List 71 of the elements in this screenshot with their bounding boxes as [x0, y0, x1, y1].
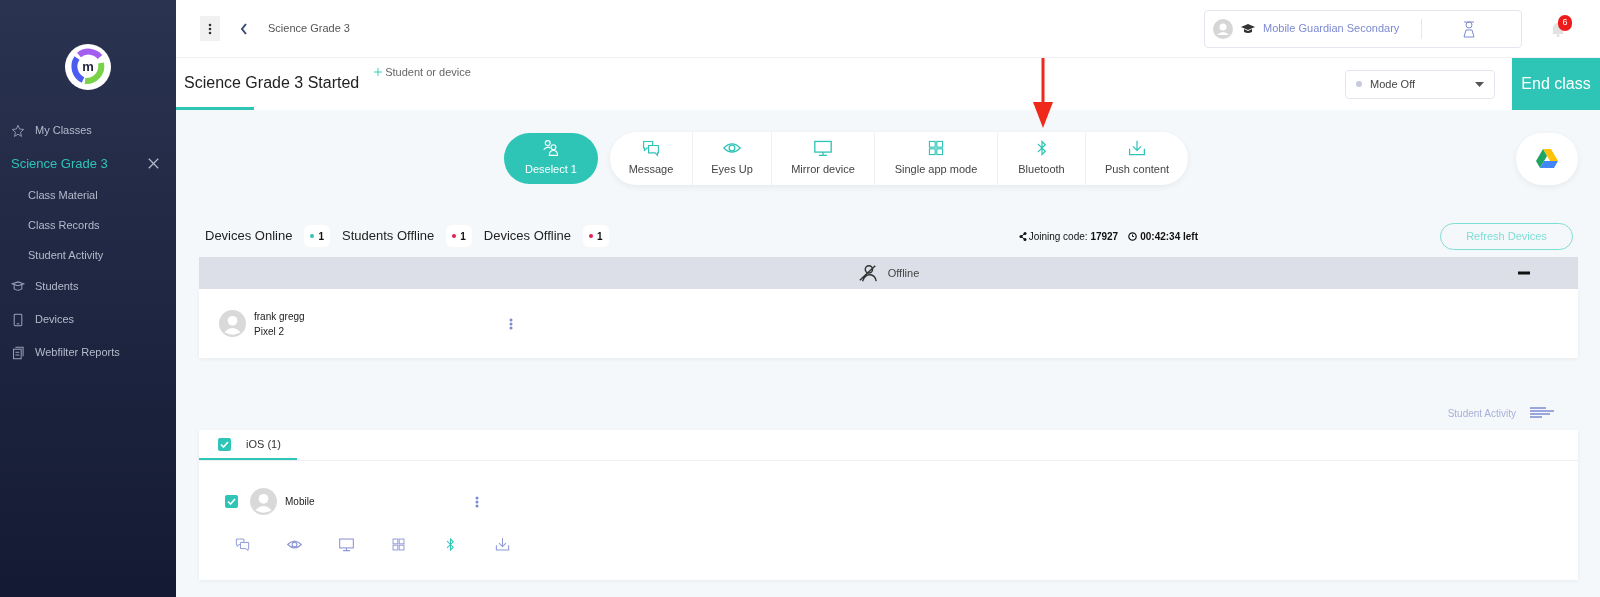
- sidebar-subitem[interactable]: Student Activity: [0, 240, 176, 270]
- stat-label: Devices Online: [205, 227, 293, 246]
- annotation-arrow: [1032, 58, 1054, 128]
- close-icon[interactable]: [147, 157, 160, 170]
- count-badge: 1: [583, 225, 609, 247]
- notification-badge: 6: [1558, 14, 1572, 31]
- more-button[interactable]: [200, 16, 220, 41]
- sidebar-item[interactable]: Webfilter Reports: [0, 336, 176, 369]
- more-icon[interactable]: [509, 317, 513, 330]
- grid-icon[interactable]: [391, 537, 406, 552]
- avatar-icon: [219, 310, 246, 337]
- time-left: 00:42:34 left: [1140, 229, 1198, 244]
- chat-icon[interactable]: [235, 537, 250, 552]
- checkbox[interactable]: [218, 437, 231, 451]
- sidebar-item[interactable]: Devices: [0, 303, 176, 336]
- phone-icon: [11, 312, 25, 327]
- more-icon[interactable]: [475, 495, 479, 508]
- class-title: Science Grade 3 Started: [184, 72, 360, 93]
- share-icon: [1018, 231, 1027, 241]
- group-title: Offline: [887, 265, 920, 281]
- toolbar-button[interactable]: Push content: [1085, 132, 1188, 185]
- bars-icon[interactable]: [1530, 407, 1554, 419]
- caret-icon: [1475, 81, 1484, 87]
- teacher-icon: [1462, 19, 1477, 38]
- stat-label: Devices Offline: [483, 227, 571, 246]
- graduation-cap-icon: [11, 279, 25, 294]
- sidebar-subitem[interactable]: Class Material: [0, 180, 176, 210]
- sidebar-item[interactable]: Science Grade 3: [0, 147, 176, 180]
- graduation-cap-icon: [1241, 22, 1255, 35]
- offline-person-icon: [857, 263, 878, 283]
- sidebar-subitem[interactable]: Class Records: [0, 210, 176, 240]
- breadcrumb[interactable]: Science Grade 3: [268, 20, 350, 37]
- student-name: frank gregg: [254, 309, 306, 324]
- toolbar-button[interactable]: Mirror device: [771, 132, 874, 185]
- drive-icon: [1536, 149, 1558, 168]
- monitor-icon: [814, 139, 832, 158]
- stat-label: Students Offline: [342, 227, 435, 246]
- back-icon[interactable]: [240, 22, 248, 35]
- checkbox[interactable]: [225, 495, 238, 508]
- sidebar-item[interactable]: My Classes: [0, 114, 176, 147]
- chat-icon: [642, 139, 660, 158]
- toolbar-button[interactable]: Message: [610, 132, 692, 185]
- group-header[interactable]: Offline: [199, 257, 1578, 289]
- platform-tab[interactable]: iOS (1): [246, 435, 281, 453]
- mode-dropdown[interactable]: Mode Off: [1345, 69, 1495, 99]
- toolbar-button[interactable]: Eyes Up: [692, 132, 771, 185]
- monitor-icon[interactable]: [339, 537, 354, 552]
- avatar-icon: [250, 488, 277, 515]
- device-name: Mobile: [285, 495, 316, 509]
- account-name: Mobile Guardian Secondary: [1263, 21, 1400, 37]
- people-icon: [542, 139, 560, 158]
- count-badge: 1: [446, 225, 472, 247]
- status-dot-icon: [1356, 81, 1362, 87]
- plus-icon: [373, 67, 384, 78]
- document-icon: [11, 345, 25, 360]
- download-icon[interactable]: [495, 537, 510, 552]
- avatar-icon: [1213, 18, 1233, 39]
- toolbar-button[interactable]: Bluetooth: [997, 132, 1085, 185]
- toolbar-button[interactable]: Single app mode: [874, 132, 997, 185]
- download-icon: [1128, 139, 1146, 158]
- joining-code: Joining code: 17927: [1028, 229, 1119, 244]
- star-icon: [11, 123, 25, 138]
- add-student-link[interactable]: Student or device: [373, 64, 471, 81]
- count-badge: 1: [304, 225, 330, 247]
- eye-icon[interactable]: [287, 537, 302, 552]
- sidebar-item[interactable]: Students: [0, 270, 176, 303]
- clock-icon: [1128, 231, 1138, 241]
- grid-icon: [927, 139, 945, 158]
- more-icon: [208, 22, 212, 35]
- device-name: Pixel 2: [254, 324, 285, 339]
- app-logo: m: [65, 44, 111, 90]
